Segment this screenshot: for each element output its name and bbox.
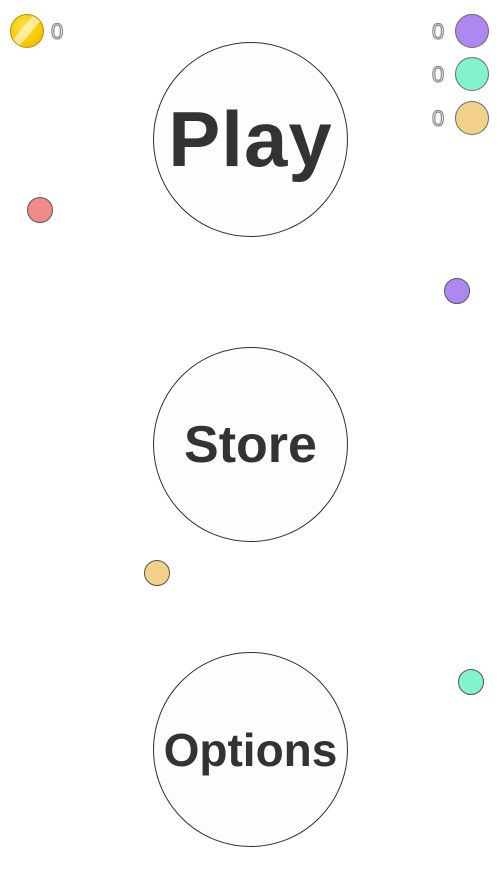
coin-count: 0 — [50, 19, 64, 44]
store-button[interactable]: Store — [153, 347, 348, 542]
coin-shine — [11, 15, 43, 47]
purple-gem-count: 0 — [431, 19, 445, 44]
floating-dot-orange — [144, 560, 170, 586]
coin-icon — [10, 14, 44, 48]
options-button-label: Options — [163, 723, 338, 776]
orange-gem-icon — [455, 101, 489, 135]
orange-gem-count: 0 — [431, 106, 445, 131]
green-gem-icon — [455, 57, 489, 91]
play-button[interactable]: Play — [153, 42, 348, 237]
play-button-label: Play — [168, 95, 333, 183]
floating-dot-teal — [458, 669, 484, 695]
floating-dot-purple — [444, 278, 470, 304]
green-gem-count: 0 — [431, 62, 445, 87]
floating-dot-red — [27, 197, 53, 223]
store-button-label: Store — [184, 415, 317, 474]
options-button[interactable]: Options — [153, 652, 348, 847]
purple-gem-icon — [455, 14, 489, 48]
